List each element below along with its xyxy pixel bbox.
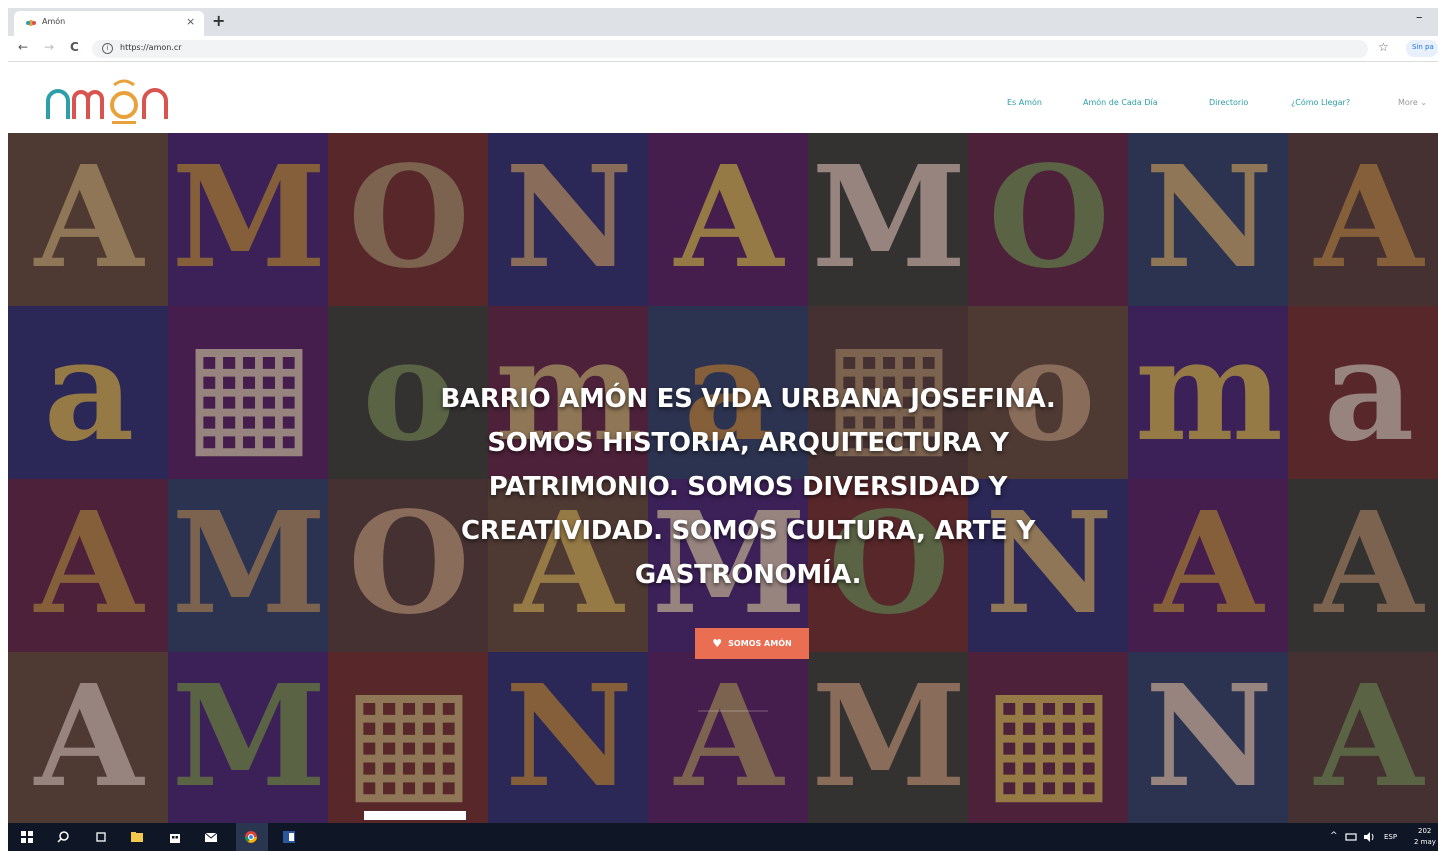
profile-button[interactable]: Sin pa — [1406, 40, 1438, 57]
volume-icon[interactable] — [1362, 830, 1376, 844]
tab-title: Amón — [42, 17, 66, 26]
back-button[interactable]: ← — [18, 40, 28, 54]
clock-time[interactable]: 202 — [1418, 827, 1431, 835]
tab-strip: Amón × + – — [8, 8, 1438, 36]
somos-amon-button[interactable]: ♥ SOMOS AMÓN — [695, 628, 809, 659]
minimize-button[interactable]: – — [1416, 10, 1423, 25]
nav-directorio[interactable]: Directorio — [1209, 98, 1248, 107]
slider-indicator[interactable] — [698, 710, 768, 712]
search-icon[interactable] — [56, 830, 70, 844]
site-info-icon[interactable]: i — [102, 43, 113, 54]
browser-toolbar: ← → C i https://amon.cr ☆ Sin pa — [8, 36, 1438, 62]
network-icon[interactable] — [1344, 830, 1358, 844]
heart-icon: ♥ — [712, 637, 723, 650]
reload-button[interactable]: C — [70, 40, 79, 54]
mail-icon[interactable] — [204, 830, 218, 844]
site-favicon-icon — [26, 20, 36, 26]
windows-taskbar: ^ ESP 202 2 may — [8, 823, 1438, 851]
word-icon[interactable] — [282, 830, 296, 844]
hero-headline: BARRIO AMÓN ES VIDA URBANA JOSEFINA. SOM… — [440, 384, 1056, 590]
file-explorer-icon[interactable] — [130, 830, 144, 844]
input-language[interactable]: ESP — [1384, 833, 1397, 841]
browser-window: Amón × + – ← → C i https://amon.cr ☆ Sin… — [8, 8, 1438, 851]
address-bar[interactable]: i https://amon.cr — [92, 40, 1368, 58]
site-header: Es Amón Amón de Cada Día Directorio ¿Cóm… — [8, 63, 1438, 133]
chrome-icon[interactable] — [244, 830, 258, 844]
nav-es-amon[interactable]: Es Amón — [1007, 98, 1042, 107]
nav-amon-de-cada-dia[interactable]: Amón de Cada Día — [1083, 98, 1158, 107]
tab-close-icon[interactable]: × — [186, 15, 195, 28]
windows-start-icon[interactable] — [20, 830, 34, 844]
hero-banner: A M O N A M O N Aa ▦ o m a ▦ o m a A M O A M O N A A A M ▦ N A M ▦ N A BAR… — [8, 133, 1438, 823]
nav-como-llegar[interactable]: ¿Cómo Llegar? — [1291, 98, 1350, 107]
store-icon[interactable] — [168, 830, 182, 844]
cta-label: SOMOS AMÓN — [728, 639, 792, 648]
tray-chevron-icon[interactable]: ^ — [1330, 831, 1338, 841]
browser-tab[interactable]: Amón × — [14, 11, 204, 36]
url-text[interactable]: https://amon.cr — [120, 43, 182, 52]
scroll-indicator — [364, 811, 466, 820]
nav-more-dropdown[interactable]: More ⌄ — [1398, 98, 1427, 107]
bookmark-star-icon[interactable]: ☆ — [1378, 40, 1389, 54]
task-view-icon[interactable] — [94, 830, 108, 844]
clock-date[interactable]: 2 may — [1414, 838, 1436, 846]
new-tab-button[interactable]: + — [212, 11, 225, 30]
forward-button[interactable]: → — [44, 40, 54, 54]
amon-logo[interactable] — [44, 75, 176, 125]
